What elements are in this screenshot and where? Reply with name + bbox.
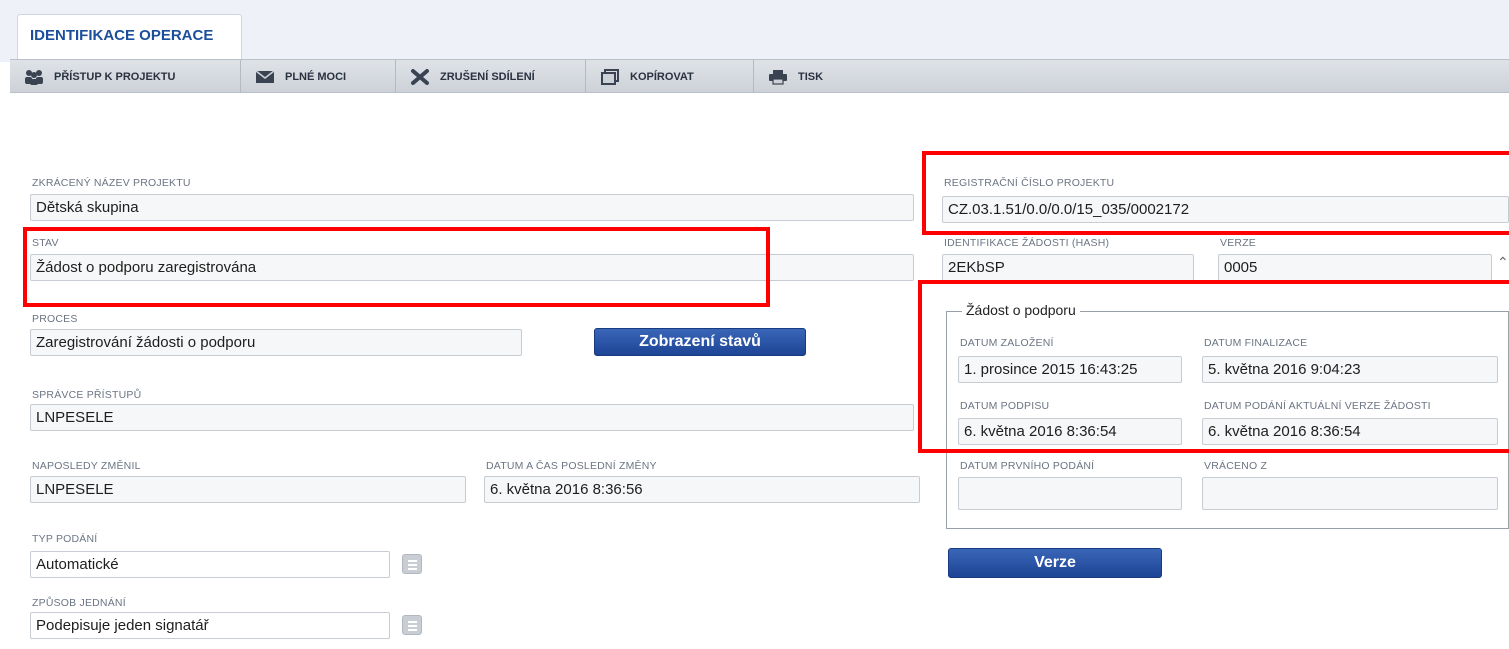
short-name-label: ZKRÁCENÝ NÁZEV PROJEKTU bbox=[32, 177, 191, 189]
acting-method-label: ZPŮSOB JEDNÁNÍ bbox=[32, 597, 126, 609]
returned-from-label: VRÁCENO Z bbox=[1204, 460, 1268, 472]
tab-label: IDENTIFIKACE OPERACE bbox=[30, 27, 214, 44]
copy-button[interactable]: KOPÍROVAT bbox=[586, 60, 754, 93]
printer-icon bbox=[769, 69, 787, 85]
short-name-field[interactable]: Dětská skupina bbox=[30, 194, 914, 221]
access-button-label: PŘÍSTUP K PROJEKTU bbox=[54, 70, 176, 83]
cancel-sharing-button[interactable]: ZRUŠENÍ SDÍLENÍ bbox=[396, 60, 586, 93]
access-button[interactable]: PŘÍSTUP K PROJEKTU bbox=[10, 60, 241, 93]
last-changed-by-label: NAPOSLEDY ZMĚNIL bbox=[32, 460, 141, 472]
acting-method-field[interactable]: Podepisuje jeden signatář bbox=[30, 612, 390, 639]
returned-from-field[interactable] bbox=[1202, 477, 1498, 510]
envelope-icon bbox=[255, 69, 275, 83]
show-states-button[interactable]: Zobrazení stavů bbox=[594, 328, 806, 356]
acting-method-list-icon[interactable] bbox=[402, 615, 422, 635]
power-of-attorney-button[interactable]: PLNÉ MOCI bbox=[241, 60, 396, 93]
version-field[interactable]: 0005 bbox=[1218, 254, 1492, 281]
cross-icon bbox=[411, 68, 429, 85]
submission-type-label: TYP PODÁNÍ bbox=[32, 533, 98, 545]
highlight-state bbox=[23, 227, 770, 307]
cancel-sharing-label: ZRUŠENÍ SDÍLENÍ bbox=[440, 70, 535, 83]
version-spinner-icon[interactable]: ⌃ bbox=[1497, 254, 1509, 271]
versions-button[interactable]: Verze bbox=[948, 548, 1162, 578]
process-label: PROCES bbox=[32, 313, 78, 325]
process-field[interactable]: Zaregistrování žádosti o podporu bbox=[30, 329, 522, 356]
last-change-time-field[interactable]: 6. května 2016 8:36:56 bbox=[484, 476, 920, 503]
highlight-registration-number bbox=[922, 151, 1509, 235]
print-label: TISK bbox=[798, 70, 824, 83]
highlight-request-dates bbox=[918, 280, 1509, 453]
toolbar: PŘÍSTUP K PROJEKTU PLNÉ MOCI ZRUŠENÍ SDÍ… bbox=[10, 59, 1509, 93]
request-hash-label: IDENTIFIKACE ŽÁDOSTI (HASH) bbox=[944, 237, 1110, 249]
last-changed-by-field[interactable]: LNPESELE bbox=[30, 476, 466, 503]
version-label: VERZE bbox=[1220, 237, 1257, 249]
last-change-time-label: DATUM A ČAS POSLEDNÍ ZMĚNY bbox=[486, 460, 657, 472]
copy-icon bbox=[601, 68, 619, 85]
users-icon bbox=[25, 69, 43, 85]
first-submitted-date-field[interactable] bbox=[958, 477, 1182, 510]
submission-type-list-icon[interactable] bbox=[402, 554, 422, 574]
tab-identifikace-operace[interactable]: IDENTIFIKACE OPERACE bbox=[17, 14, 242, 62]
access-admin-field[interactable]: LNPESELE bbox=[30, 404, 914, 431]
request-hash-field[interactable]: 2EKbSP bbox=[942, 254, 1194, 281]
first-submitted-date-label: DATUM PRVNÍHO PODÁNÍ bbox=[960, 460, 1095, 472]
print-button[interactable]: TISK bbox=[754, 60, 854, 93]
access-admin-label: SPRÁVCE PŘÍSTUPŮ bbox=[32, 389, 142, 401]
power-of-attorney-label: PLNÉ MOCI bbox=[285, 70, 347, 83]
copy-label: KOPÍROVAT bbox=[630, 70, 694, 83]
submission-type-field[interactable]: Automatické bbox=[30, 551, 390, 578]
